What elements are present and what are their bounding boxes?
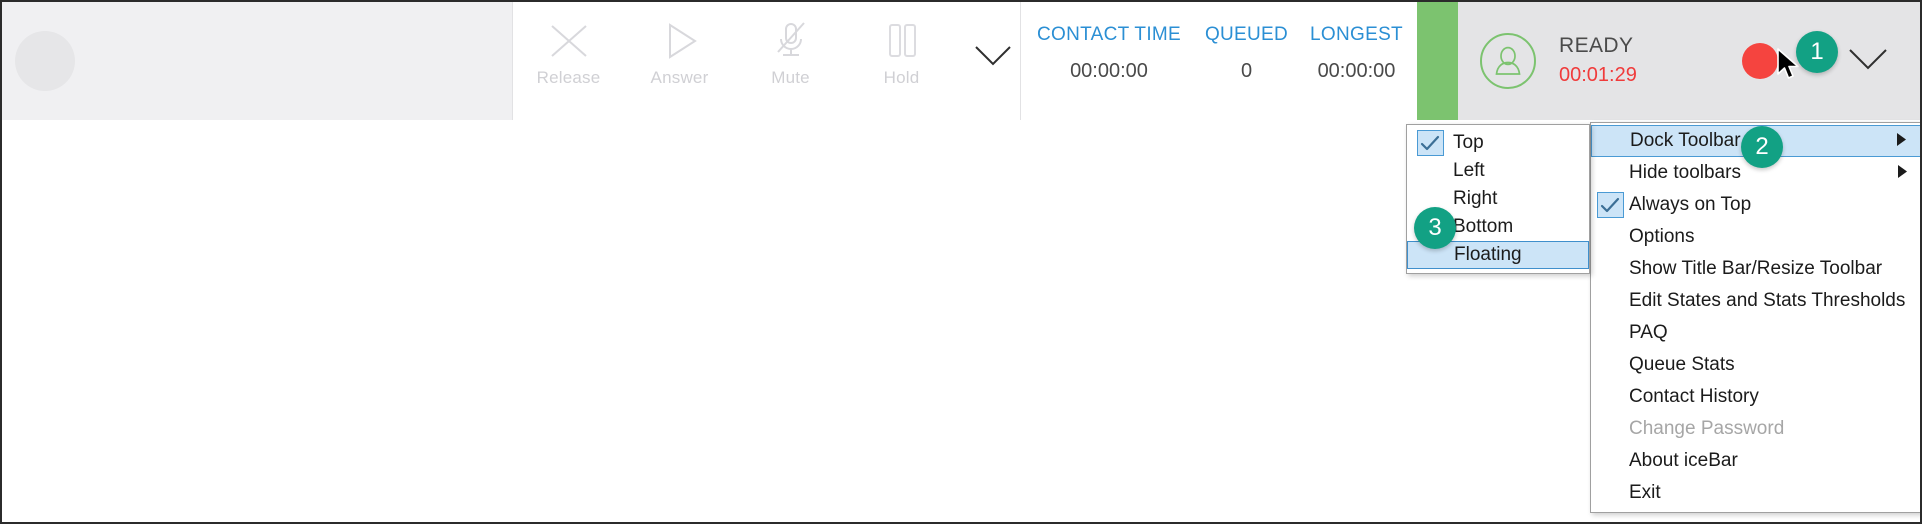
icebar-toolbar: Release Answer Mute Hold CONTACT TIME 00… xyxy=(2,2,1920,120)
menu-item-label: Dock Toolbar xyxy=(1630,130,1741,151)
submenu-item-label: Top xyxy=(1453,132,1484,153)
menu-item-label: Options xyxy=(1629,226,1695,247)
status-color-bar xyxy=(1417,2,1458,120)
menu-item-label: About iceBar xyxy=(1629,450,1738,471)
avatar xyxy=(15,31,75,91)
stat-queued: QUEUED 0 xyxy=(1197,24,1297,83)
menu-item-gutter xyxy=(1591,381,1629,413)
hold-button[interactable]: Hold xyxy=(846,2,957,88)
menu-item-label: Show Title Bar/Resize Toolbar xyxy=(1629,258,1883,279)
answer-button-label: Answer xyxy=(650,68,709,87)
menu-item-paq[interactable]: PAQ xyxy=(1591,317,1920,349)
menu-item-show-title-bar-resize-toolbar[interactable]: Show Title Bar/Resize Toolbar xyxy=(1591,253,1920,285)
call-controls-group: Release Answer Mute Hold xyxy=(512,2,1021,120)
menu-item-gutter xyxy=(1591,253,1629,285)
release-button-label: Release xyxy=(536,68,601,87)
menu-item-about-icebar[interactable]: About iceBar xyxy=(1591,445,1920,477)
not-ready-button[interactable] xyxy=(1742,43,1778,79)
person-avatar-icon xyxy=(1480,33,1536,89)
menu-item-queue-stats[interactable]: Queue Stats xyxy=(1591,349,1920,381)
dock-toolbar-submenu: Top Left Right Bottom Floating xyxy=(1406,124,1590,274)
status-text: READY 00:01:29 xyxy=(1559,33,1637,88)
submenu-item-label: Bottom xyxy=(1453,216,1514,237)
menu-item-edit-states-and-stats-thresholds[interactable]: Edit States and Stats Thresholds xyxy=(1591,285,1920,317)
stat-contact-time-label: CONTACT TIME xyxy=(1037,24,1181,45)
submenu-item-label: Floating xyxy=(1454,244,1522,265)
menu-item-label: Exit xyxy=(1629,482,1661,503)
menu-item-label: Always on Top xyxy=(1629,194,1752,215)
menu-item-gutter xyxy=(1591,221,1629,253)
mute-microphone-icon xyxy=(770,18,812,64)
submenu-arrow-right-icon xyxy=(1898,162,1907,184)
checkmark-icon xyxy=(1591,189,1629,221)
toolbar-left-panel xyxy=(2,2,512,120)
status-expand-chevron-down-icon[interactable] xyxy=(1846,45,1890,78)
callout-badge-2: 2 xyxy=(1741,126,1783,168)
menu-item-label: Contact History xyxy=(1629,386,1759,407)
release-button[interactable]: Release xyxy=(513,2,624,88)
status-body: READY 00:01:29 xyxy=(1458,2,1920,120)
mute-button[interactable]: Mute xyxy=(735,2,846,88)
stat-contact-time-value: 00:00:00 xyxy=(1070,60,1148,82)
stat-queued-label: QUEUED xyxy=(1204,24,1289,45)
stat-longest-label: LONGEST xyxy=(1310,24,1403,45)
checkmark-icon xyxy=(1407,129,1453,157)
answer-button[interactable]: Answer xyxy=(624,2,735,88)
menu-item-gutter xyxy=(1591,349,1629,381)
status-state-label: READY xyxy=(1559,34,1634,58)
hold-pause-icon xyxy=(881,18,923,64)
queue-stats-group: CONTACT TIME 00:00:00 QUEUED 0 LONGEST 0… xyxy=(1021,2,1417,120)
stat-queued-value: 0 xyxy=(1240,60,1253,82)
menu-item-change-password: Change Password xyxy=(1591,413,1920,445)
answer-play-icon xyxy=(659,18,701,64)
callout-badge-3: 3 xyxy=(1414,207,1456,249)
release-x-icon xyxy=(548,18,590,64)
screenshot-root: Release Answer Mute Hold CONTACT TIME 00… xyxy=(0,0,1922,524)
menu-item-gutter xyxy=(1591,477,1629,509)
menu-item-contact-history[interactable]: Contact History xyxy=(1591,381,1920,413)
menu-item-gutter xyxy=(1591,285,1629,317)
callout-badge-1: 1 xyxy=(1796,31,1838,73)
stat-longest-value: 00:00:00 xyxy=(1317,60,1396,82)
menu-item-gutter xyxy=(1591,445,1629,477)
menu-item-options[interactable]: Options xyxy=(1591,221,1920,253)
menu-item-always-on-top[interactable]: Always on Top xyxy=(1591,189,1920,221)
call-controls-expand-chevron-down-icon[interactable] xyxy=(973,43,1013,74)
submenu-item-top[interactable]: Top xyxy=(1407,129,1589,157)
stat-longest: LONGEST 00:00:00 xyxy=(1297,24,1417,83)
menu-item-exit[interactable]: Exit xyxy=(1591,477,1920,509)
submenu-item-left[interactable]: Left xyxy=(1407,157,1589,185)
submenu-arrow-right-icon xyxy=(1897,130,1906,152)
menu-item-gutter xyxy=(1591,157,1629,189)
menu-item-label: PAQ xyxy=(1629,322,1668,343)
submenu-item-gutter xyxy=(1407,157,1453,185)
menu-item-label: Edit States and Stats Thresholds xyxy=(1629,290,1906,311)
menu-item-gutter xyxy=(1591,413,1629,445)
submenu-item-label: Right xyxy=(1453,188,1498,209)
menu-item-gutter xyxy=(1592,126,1630,156)
menu-item-label: Queue Stats xyxy=(1629,354,1735,375)
menu-item-label: Hide toolbars xyxy=(1629,162,1741,183)
mute-button-label: Mute xyxy=(771,68,810,87)
menu-item-gutter xyxy=(1591,317,1629,349)
hold-button-label: Hold xyxy=(883,68,920,87)
stat-contact-time: CONTACT TIME 00:00:00 xyxy=(1022,24,1197,83)
menu-item-label: Change Password xyxy=(1629,418,1785,439)
status-timer: 00:01:29 xyxy=(1559,63,1637,86)
submenu-item-label: Left xyxy=(1453,160,1485,181)
agent-status-group: READY 00:01:29 xyxy=(1417,2,1920,120)
toolbar-context-menu: Dock Toolbar Hide toolbars Always on Top Op… xyxy=(1590,122,1920,513)
